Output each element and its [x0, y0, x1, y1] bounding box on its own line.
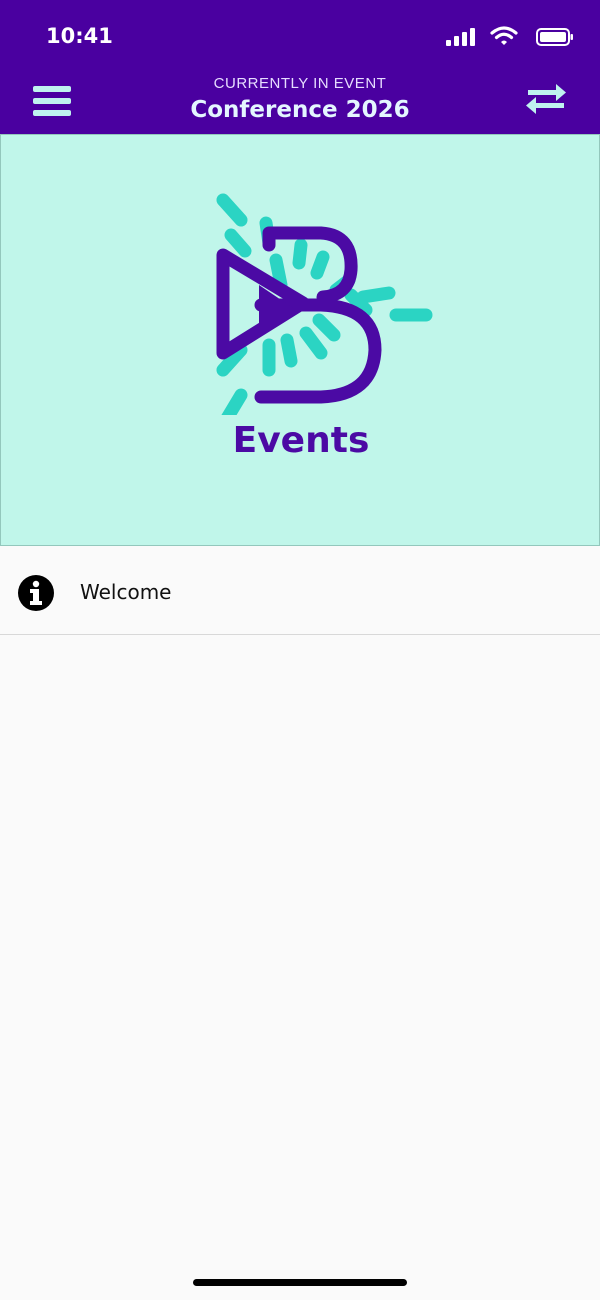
event-banner: Events [0, 134, 600, 546]
signal-icon [446, 28, 475, 46]
status-icons [444, 26, 574, 48]
top-app-bar: 10:41 CURRENTLY IN EVENT Conference 2026 [0, 0, 600, 134]
event-title: Conference 2026 [190, 97, 410, 123]
menu-item-label: Welcome [80, 580, 172, 604]
swap-icon [526, 84, 566, 114]
wifi-icon [490, 26, 518, 45]
home-indicator[interactable] [193, 1279, 407, 1286]
status-time: 10:41 [46, 24, 113, 48]
events-logo-icon [216, 193, 433, 415]
header-subtitle: CURRENTLY IN EVENT [213, 75, 387, 92]
info-icon [18, 575, 54, 611]
battery-icon [536, 28, 573, 46]
menu-item-welcome[interactable]: Welcome [0, 547, 600, 635]
brand-wordmark: Events [232, 420, 370, 461]
switch-event-button[interactable] [520, 80, 572, 120]
